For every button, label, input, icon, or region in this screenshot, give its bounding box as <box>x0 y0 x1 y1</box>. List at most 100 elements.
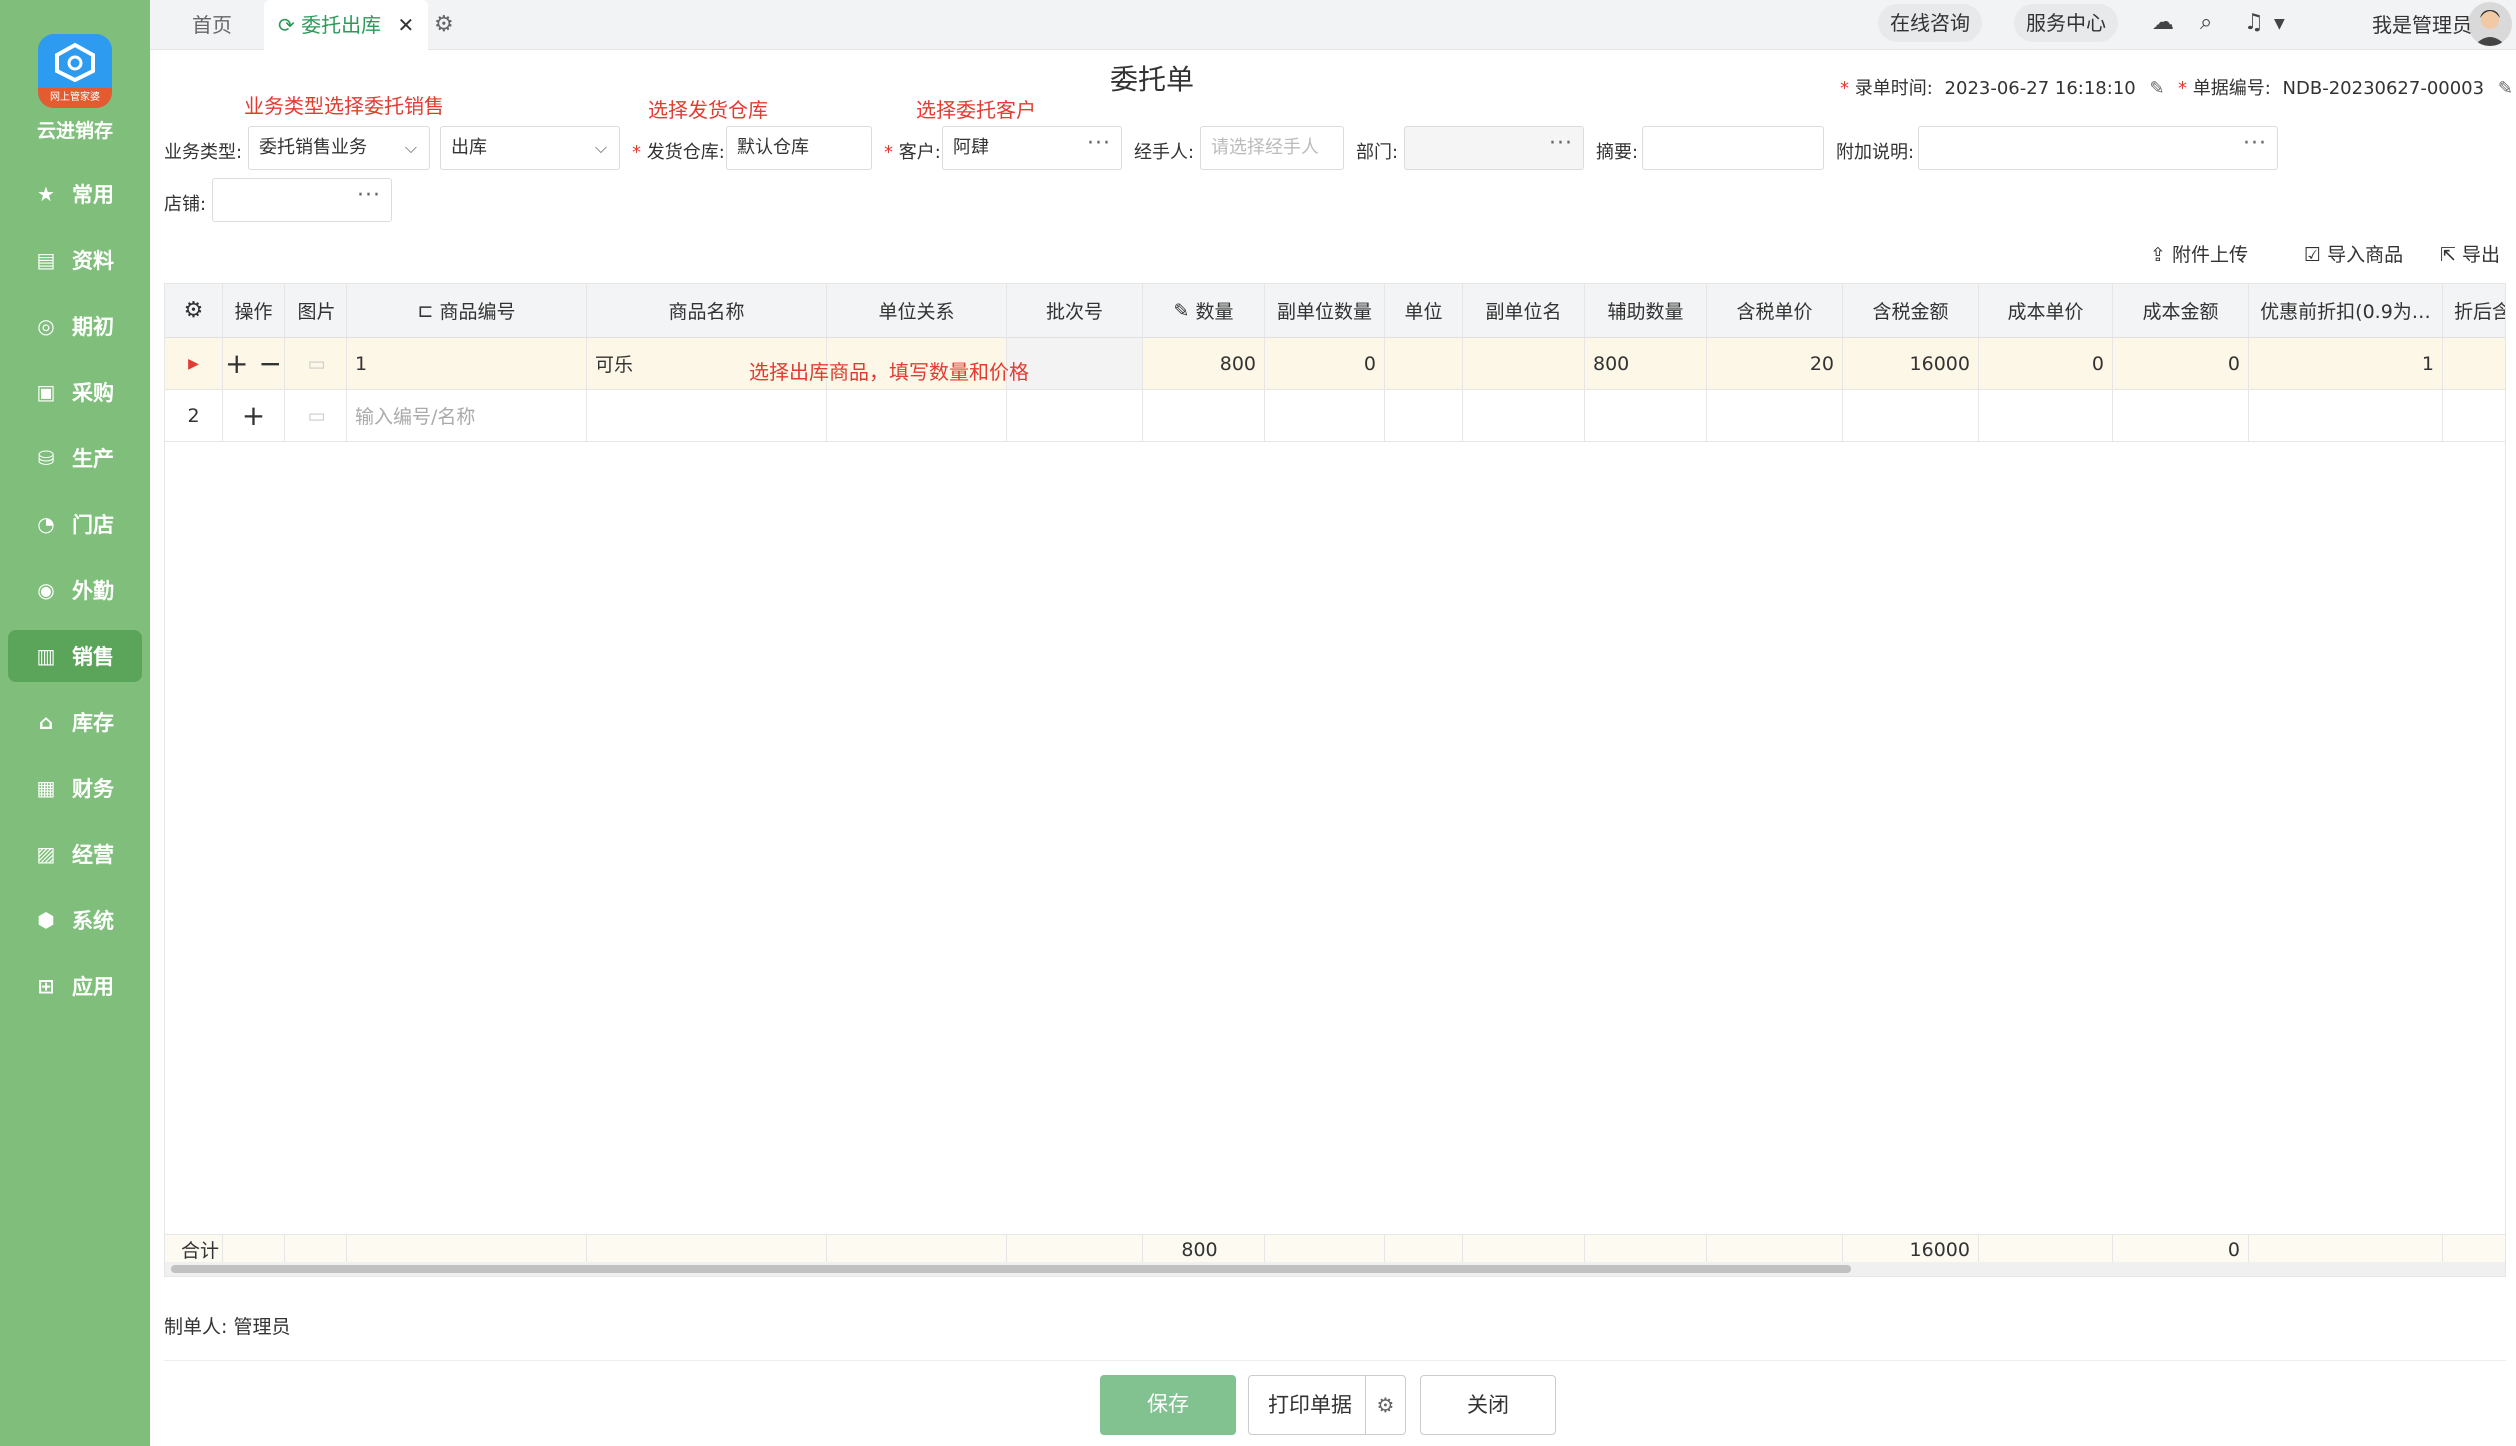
sidebar-item-期初[interactable]: ◎ 期初 <box>8 300 142 352</box>
sidebar-item-销售[interactable]: ▥ 销售 <box>8 630 142 682</box>
column-header[interactable]: 辅助数量 <box>1585 284 1707 337</box>
cell-sub-quantity[interactable]: 0 <box>1265 338 1385 389</box>
upload-attachment-button[interactable]: ⇪ 附件上传 <box>2150 240 2248 267</box>
handler-field[interactable]: 请选择经手人 <box>1200 126 1344 170</box>
column-header[interactable]: 副单位数量 <box>1265 284 1385 337</box>
import-goods-button[interactable]: ☑ 导入商品 <box>2304 240 2403 267</box>
table-row[interactable]: ▶ + − ▭ 1 可乐 800 0 800 20 16000 0 0 1 <box>165 338 2505 390</box>
edit-icon[interactable]: ✎ <box>2149 78 2164 99</box>
column-header[interactable]: 副单位名 <box>1463 284 1585 337</box>
sidebar-item-常用[interactable]: ★ 常用 <box>8 168 142 220</box>
dept-field[interactable]: ··· <box>1404 126 1584 170</box>
cell-discount[interactable]: 1 <box>2249 338 2443 389</box>
bell-icon[interactable]: ♫ <box>2244 10 2264 35</box>
search-icon[interactable]: ⌕ <box>2200 10 2212 35</box>
direction-select[interactable]: 出库 ⌵ <box>440 126 620 170</box>
empty-cell[interactable] <box>1385 390 1463 441</box>
column-header[interactable]: 成本单价 <box>1979 284 2113 337</box>
sidebar-item-生产[interactable]: ⛁ 生产 <box>8 432 142 484</box>
cell-goods-code[interactable]: 1 <box>347 338 587 389</box>
empty-cell[interactable] <box>2113 390 2249 441</box>
service-center-button[interactable]: 服务中心 <box>2014 4 2118 42</box>
extra-note-field[interactable]: ··· <box>1918 126 2278 170</box>
cell-quantity[interactable]: 800 <box>1143 338 1265 389</box>
print-button[interactable]: 打印单据 ⚙ <box>1248 1375 1406 1435</box>
refresh-icon[interactable]: ⟳ <box>278 13 295 37</box>
column-header[interactable]: 单位 <box>1385 284 1463 337</box>
shop-field[interactable]: ··· <box>212 178 392 222</box>
column-header[interactable]: 含税金额 <box>1843 284 1979 337</box>
more-icon[interactable]: ··· <box>1087 123 1111 165</box>
add-row-icon[interactable]: + <box>242 399 265 432</box>
chevron-down-icon[interactable]: ▼ <box>2274 16 2285 32</box>
column-header[interactable]: 含税单价 <box>1707 284 1843 337</box>
column-header[interactable]: 成本金额 <box>2113 284 2249 337</box>
cell-cost-price[interactable]: 0 <box>1979 338 2113 389</box>
cloud-download-icon[interactable]: ☁ <box>2152 10 2174 35</box>
sidebar-item-经营[interactable]: ▨ 经营 <box>8 828 142 880</box>
empty-cell[interactable] <box>1143 390 1265 441</box>
table-row[interactable]: 2 + ▭ 输入编号/名称 <box>165 390 2505 442</box>
horizontal-scrollbar[interactable] <box>165 1262 2505 1276</box>
scrollbar-thumb[interactable] <box>171 1265 1851 1273</box>
sidebar-item-财务[interactable]: ▦ 财务 <box>8 762 142 814</box>
add-row-icon[interactable]: + <box>225 347 248 380</box>
avatar[interactable] <box>2468 2 2512 46</box>
column-header[interactable]: 图片 <box>287 284 347 337</box>
close-icon[interactable]: ✕ <box>397 13 414 37</box>
column-header[interactable]: 商品名称 <box>587 284 827 337</box>
more-icon[interactable]: ··· <box>2243 123 2267 165</box>
sidebar-item-系统[interactable]: ⬢ 系统 <box>8 894 142 946</box>
empty-cell[interactable] <box>1007 390 1143 441</box>
sidebar-item-资料[interactable]: ▤ 资料 <box>8 234 142 286</box>
sidebar-item-门店[interactable]: ◔ 门店 <box>8 498 142 550</box>
column-header[interactable]: 批次号 <box>1007 284 1143 337</box>
user-name[interactable]: 我是管理员 <box>2372 0 2472 50</box>
cell-unit[interactable] <box>1385 338 1463 389</box>
tab-consign-out[interactable]: ⟳ 委托出库 ✕ <box>264 0 429 50</box>
cell-tax-amount[interactable]: 16000 <box>1843 338 1979 389</box>
edit-icon[interactable]: ✎ <box>2498 78 2513 99</box>
empty-cell[interactable] <box>1707 390 1843 441</box>
customer-field[interactable]: 阿肆 ··· <box>942 126 1122 170</box>
gear-icon[interactable]: ⚙ <box>1365 1376 1405 1434</box>
cell-sub-unit-name[interactable] <box>1463 338 1585 389</box>
column-settings-gear-icon[interactable]: ⚙ <box>165 284 223 337</box>
empty-cell[interactable] <box>1463 390 1585 441</box>
empty-cell[interactable] <box>2249 390 2443 441</box>
empty-cell[interactable] <box>1843 390 1979 441</box>
column-header[interactable]: ✎ 数量 <box>1143 284 1265 337</box>
empty-cell[interactable] <box>2443 390 2505 441</box>
column-header[interactable]: 折后含 <box>2443 284 2505 337</box>
empty-cell[interactable] <box>827 390 1007 441</box>
image-placeholder-icon[interactable]: ▭ <box>287 338 347 389</box>
empty-cell[interactable] <box>1979 390 2113 441</box>
image-placeholder-icon[interactable]: ▭ <box>287 390 347 441</box>
cell-cost-amount[interactable]: 0 <box>2113 338 2249 389</box>
cell-tax-price[interactable]: 20 <box>1707 338 1843 389</box>
more-icon[interactable]: ··· <box>357 175 381 217</box>
online-consult-button[interactable]: 在线咨询 <box>1878 4 1982 42</box>
remove-row-icon[interactable]: − <box>259 347 282 380</box>
tab-home[interactable]: 首页 <box>192 0 232 50</box>
empty-cell[interactable] <box>587 390 827 441</box>
close-button[interactable]: 关闭 <box>1420 1375 1556 1435</box>
warehouse-field[interactable]: 默认仓库 <box>726 126 872 170</box>
sidebar-item-应用[interactable]: ⊞ 应用 <box>8 960 142 1012</box>
summary-field[interactable] <box>1642 126 1824 170</box>
gear-icon[interactable]: ⚙ <box>434 0 454 50</box>
goods-search-input[interactable]: 输入编号/名称 <box>347 390 587 441</box>
sidebar-item-外勤[interactable]: ◉ 外勤 <box>8 564 142 616</box>
more-icon[interactable]: ··· <box>1549 123 1573 165</box>
column-header[interactable]: ⊏ 商品编号 <box>347 284 587 337</box>
business-type-select[interactable]: 委托销售业务 ⌵ <box>248 126 430 170</box>
column-header[interactable]: 操作 <box>223 284 285 337</box>
empty-cell[interactable] <box>1585 390 1707 441</box>
save-button[interactable]: 保存 <box>1100 1375 1236 1435</box>
sidebar-item-库存[interactable]: ⌂ 库存 <box>8 696 142 748</box>
column-header[interactable]: 优惠前折扣(0.9为… <box>2249 284 2443 337</box>
cell-aux-quantity[interactable]: 800 <box>1585 338 1707 389</box>
column-header[interactable]: 单位关系 <box>827 284 1007 337</box>
empty-cell[interactable] <box>1265 390 1385 441</box>
sidebar-item-采购[interactable]: ▣ 采购 <box>8 366 142 418</box>
